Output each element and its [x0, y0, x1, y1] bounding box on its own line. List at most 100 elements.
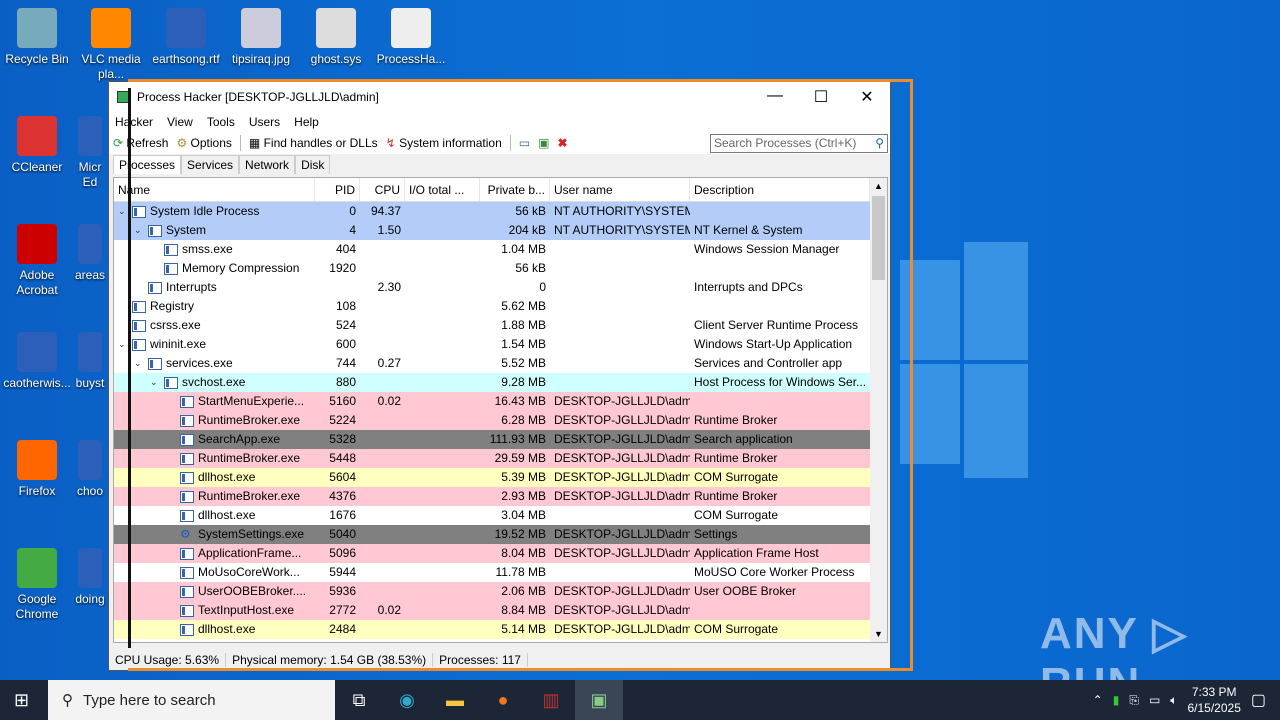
desktop-icon[interactable]: buyst	[72, 332, 108, 391]
process-hacker-tray-icon[interactable]: ▮	[1113, 693, 1120, 707]
scroll-down-icon[interactable]: ▼	[870, 626, 887, 642]
network-icon[interactable]: ▭	[1149, 693, 1160, 707]
tab-services[interactable]: Services	[181, 155, 240, 174]
column-user-name[interactable]: User name	[550, 178, 690, 201]
desktop-icon-image	[78, 332, 102, 372]
table-row[interactable]: csrss.exe 524 1.88 MB Client Server Runt…	[114, 316, 887, 335]
private-bytes: 5.52 MB	[501, 356, 546, 370]
table-row[interactable]: Interrupts 2.30 0 Interrupts and DPCs	[114, 278, 887, 297]
table-row[interactable]: ⌄ svchost.exe 880 9.28 MB Host Process fo…	[114, 373, 887, 392]
column-name[interactable]: Name	[114, 178, 315, 201]
volume-icon[interactable]: 🔈︎	[1170, 693, 1177, 708]
table-row[interactable]: ⌄ System 4 1.50 204 kB NT AUTHORITY\SYSTE…	[114, 221, 887, 240]
column-cpu[interactable]: CPU	[360, 178, 405, 201]
desktop-icon[interactable]: Recycle Bin	[0, 8, 74, 67]
table-row[interactable]: RuntimeBroker.exe 5224 6.28 MB DESKTOP-J…	[114, 411, 887, 430]
table-row[interactable]: UserOOBEBroker.... 5936 2.06 MB DESKTOP-…	[114, 582, 887, 601]
process-hacker-taskbar-icon[interactable]: ▣	[575, 680, 623, 720]
desktop-icon[interactable]: VLC media pla...	[74, 8, 148, 82]
process-count: Processes: 117	[433, 653, 528, 667]
table-row[interactable]: RuntimeBroker.exe 4376 2.93 MB DESKTOP-J…	[114, 487, 887, 506]
scroll-up-icon[interactable]: ▲	[870, 178, 887, 194]
find-handles-button[interactable]: ▦ Find handles or DLLs	[249, 136, 378, 150]
device-icon[interactable]: ⎘	[1129, 693, 1139, 708]
terminate-icon[interactable]: ✖	[557, 136, 567, 150]
user-name: DESKTOP-JGLLJLD\admi	[554, 451, 690, 465]
menu-tools[interactable]: Tools	[207, 115, 235, 129]
menu-bar: Hacker View Tools Users Help	[109, 112, 890, 132]
table-row[interactable]: smss.exe 404 1.04 MB Windows Session Man…	[114, 240, 887, 259]
desktop-icon[interactable]: Firefox	[0, 440, 74, 499]
column-io-total[interactable]: I/O total ...	[405, 178, 480, 201]
table-row[interactable]: SearchApp.exe 5328 111.93 MB DESKTOP-JGL…	[114, 430, 887, 449]
search-processes-input[interactable]: Search Processes (Ctrl+K) ⚲	[710, 133, 888, 153]
vertical-scrollbar[interactable]: ▲ ▼	[870, 178, 887, 642]
winrar-icon[interactable]: ▥	[527, 680, 575, 720]
table-row[interactable]: ⌄ wininit.exe 600 1.54 MB Windows Start-U…	[114, 335, 887, 354]
description: Host Process for Windows Ser...	[694, 375, 867, 389]
menu-users[interactable]: Users	[249, 115, 280, 129]
column-description[interactable]: Description	[690, 178, 870, 201]
menu-hacker[interactable]: Hacker	[115, 115, 153, 129]
maximize-button[interactable]: ☐	[798, 87, 844, 107]
close-button[interactable]: ✕	[844, 87, 890, 107]
notifications-icon[interactable]: ▢	[1251, 690, 1266, 710]
expand-chevron-icon[interactable]: ⌄	[134, 354, 148, 373]
desktop-icon[interactable]: doing	[72, 548, 108, 607]
expand-chevron-icon[interactable]: ⌄	[134, 221, 148, 240]
menu-help[interactable]: Help	[294, 115, 319, 129]
table-row[interactable]: ApplicationFrame... 5096 8.04 MB DESKTOP…	[114, 544, 887, 563]
chevron-up-icon[interactable]: ⌃	[1093, 693, 1103, 707]
firefox-icon[interactable]: ●	[479, 680, 527, 720]
table-row[interactable]: dllhost.exe 2484 5.14 MB DESKTOP-JGLLJLD…	[114, 620, 887, 639]
desktop-icon[interactable]: caotherwis...	[0, 332, 74, 391]
desktop-icon[interactable]: Adobe Acrobat	[0, 224, 74, 298]
options-button[interactable]: ⚙ Options	[176, 136, 231, 150]
private-bytes: 8.84 MB	[501, 603, 546, 617]
desktop-icon[interactable]: Google Chrome	[0, 548, 74, 622]
file-explorer-icon[interactable]: ▬	[431, 680, 479, 720]
desktop-icon[interactable]: areas	[72, 224, 108, 283]
expand-chevron-icon[interactable]: ⌄	[150, 373, 164, 392]
scroll-thumb[interactable]	[872, 196, 885, 280]
pid: 5160	[329, 394, 356, 408]
desktop-icon[interactable]: tipsiraq.jpg	[224, 8, 298, 67]
tab-processes[interactable]: Processes	[113, 155, 182, 174]
column-private-bytes[interactable]: Private b...	[480, 178, 550, 201]
table-row[interactable]: ⌄ System Idle Process 0 94.37 56 kB NT AU…	[114, 202, 887, 221]
clock[interactable]: 7:33 PM 6/15/2025	[1187, 684, 1240, 716]
desktop-icon[interactable]: CCleaner	[0, 116, 74, 175]
desktop-icon[interactable]: earthsong.rtf	[149, 8, 223, 67]
edge-icon[interactable]: ◉	[383, 680, 431, 720]
table-row[interactable]: dllhost.exe 5604 5.39 MB DESKTOP-JGLLJLD…	[114, 468, 887, 487]
start-button[interactable]: ⊞	[14, 690, 29, 711]
tab-disk[interactable]: Disk	[295, 155, 331, 174]
description: Runtime Broker	[694, 451, 778, 465]
table-row[interactable]: RuntimeBroker.exe 5448 29.59 MB DESKTOP-…	[114, 449, 887, 468]
process-name: TextInputHost.exe	[198, 603, 295, 617]
desktop-icon[interactable]: choo	[72, 440, 108, 499]
private-bytes: 56 kB	[515, 204, 546, 218]
menu-view[interactable]: View	[167, 115, 193, 129]
system-information-button[interactable]: ↯ System information	[386, 136, 502, 150]
pid: 5604	[329, 470, 356, 484]
desktop-icon[interactable]: ProcessHa...	[374, 8, 448, 67]
table-row[interactable]: StartMenuExperie... 5160 0.02 16.43 MB D…	[114, 392, 887, 411]
show-window-icon[interactable]: ▣	[538, 136, 549, 150]
table-row[interactable]: Registry 108 5.62 MB	[114, 297, 887, 316]
table-row[interactable]: MoUsoCoreWork... 5944 11.78 MB MoUSO Cor…	[114, 563, 887, 582]
desktop-icon[interactable]: Micr Ed	[72, 116, 108, 190]
table-row[interactable]: ⌄ services.exe 744 0.27 5.52 MB Services …	[114, 354, 887, 373]
column-pid[interactable]: PID	[315, 178, 360, 201]
refresh-button[interactable]: ⟳ Refresh	[113, 136, 168, 150]
desktop-icon[interactable]: ghost.sys	[299, 8, 373, 67]
table-row[interactable]: ⚙ SystemSettings.exe 5040 19.52 MB DESKTO…	[114, 525, 887, 544]
table-row[interactable]: Memory Compression 1920 56 kB	[114, 259, 887, 278]
taskbar-search[interactable]: ⚲ Type here to search	[48, 680, 335, 720]
minimize-button[interactable]: —	[752, 87, 798, 107]
tab-network[interactable]: Network	[239, 155, 296, 174]
table-row[interactable]: TextInputHost.exe 2772 0.02 8.84 MB DESK…	[114, 601, 887, 620]
window-icon[interactable]: ▭	[519, 136, 530, 150]
task-view-icon[interactable]: ⧉	[335, 680, 383, 720]
table-row[interactable]: dllhost.exe 1676 3.04 MB COM Surrogate	[114, 506, 887, 525]
